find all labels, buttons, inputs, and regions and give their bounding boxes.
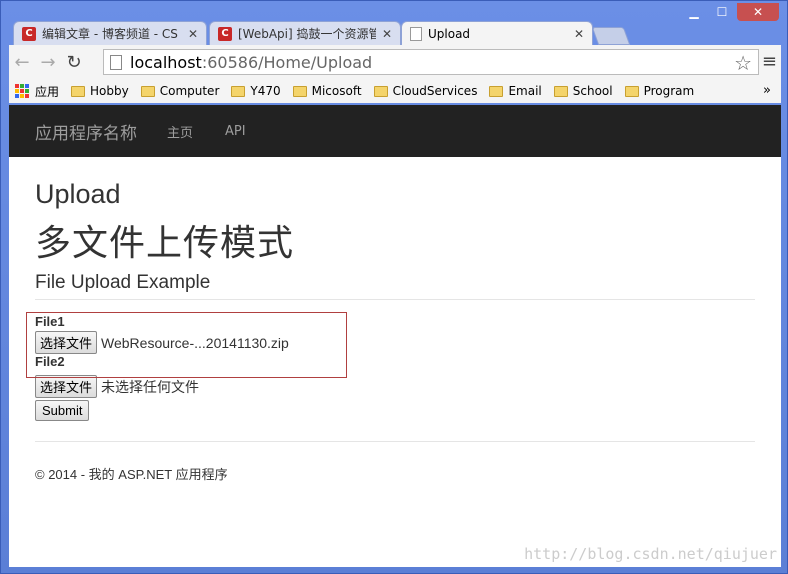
footer-text: © 2014 - 我的 ASP.NET 应用程序	[35, 467, 228, 482]
bookmark-program[interactable]: Program	[624, 84, 695, 98]
folder-icon	[489, 85, 504, 97]
new-tab-button[interactable]	[591, 27, 631, 45]
folder-icon	[553, 85, 568, 97]
subheading: File Upload Example	[35, 272, 755, 300]
tab-upload[interactable]: Upload ✕	[401, 21, 593, 45]
forward-icon[interactable]: →	[35, 49, 61, 75]
bookmark-label: Email	[508, 84, 542, 98]
apps-icon	[15, 84, 29, 98]
site-brand[interactable]: 应用程序名称	[35, 119, 137, 144]
highlight-box	[26, 312, 347, 378]
address-bar[interactable]: localhost:60586/Home/Upload ☆	[103, 49, 759, 75]
page-icon	[410, 26, 422, 41]
close-icon[interactable]: ✕	[188, 27, 198, 41]
bookmark-label: Computer	[159, 84, 220, 98]
nav-link-api[interactable]: API	[225, 124, 246, 139]
bookmark-label: CloudServices	[392, 84, 478, 98]
bookmark-cloudservices[interactable]: CloudServices	[373, 84, 478, 98]
bookmark-micosoft[interactable]: Micosoft	[292, 84, 362, 98]
heading-chinese: 多文件上传模式	[35, 223, 295, 264]
bookmark-y470[interactable]: Y470	[231, 84, 281, 98]
bookmark-email[interactable]: Email	[489, 84, 542, 98]
url-path: :60586/Home/Upload	[201, 52, 373, 72]
bookmark-label: Micosoft	[311, 84, 362, 98]
watermark: http://blog.csdn.net/qiujuer	[524, 545, 777, 563]
folder-icon	[373, 85, 388, 97]
bookmarks-overflow-button[interactable]: »	[763, 83, 771, 98]
tab-strip: C 编辑文章 - 博客频道 - CS ✕ C [WebApi] 捣鼓一个资源管 …	[13, 21, 713, 45]
csdn-icon: C	[22, 26, 36, 41]
menu-icon[interactable]: ≡	[762, 51, 777, 72]
tab-label: Upload	[428, 26, 471, 41]
web-page: 应用程序名称 主页 API Upload 多文件上传模式 File Upload…	[9, 105, 781, 567]
file2-input[interactable]: 选择文件 未选择任何文件	[35, 375, 755, 398]
bookmark-apps[interactable]: 应用	[15, 83, 59, 100]
folder-icon	[624, 85, 639, 97]
bookmark-hobby[interactable]: Hobby	[71, 84, 129, 98]
page-title: Upload	[35, 179, 121, 209]
file2-filename: 未选择任何文件	[101, 378, 200, 395]
bookmark-label: Hobby	[90, 84, 129, 98]
bookmark-label: Y470	[250, 84, 281, 98]
close-icon[interactable]: ✕	[574, 27, 584, 41]
folder-icon	[292, 85, 307, 97]
back-icon[interactable]: ←	[9, 49, 35, 75]
main-content: Upload 多文件上传模式 File Upload Example File1…	[9, 157, 781, 483]
maximize-icon[interactable]: ☐	[709, 3, 735, 21]
window-controls: ▁ ☐ ✕	[681, 3, 779, 21]
folder-icon	[140, 85, 155, 97]
bookmark-label: 应用	[35, 84, 60, 99]
browser-toolbar: ← → ↻ localhost:60586/Home/Upload ☆ ≡	[9, 45, 781, 79]
minimize-icon[interactable]: ▁	[681, 3, 707, 21]
upload-form: File1 选择文件 WebResource-...20141130.zip F…	[26, 312, 755, 421]
nav-link-home[interactable]: 主页	[167, 122, 193, 141]
folder-icon	[231, 85, 246, 97]
csdn-icon: C	[218, 26, 232, 41]
close-icon[interactable]: ✕	[382, 27, 392, 41]
close-window-icon[interactable]: ✕	[737, 3, 779, 21]
tab-label: 编辑文章 - 博客频道 - CS	[42, 27, 178, 41]
site-navbar: 应用程序名称 主页 API	[9, 105, 781, 157]
divider	[35, 441, 755, 442]
reload-icon[interactable]: ↻	[61, 49, 87, 75]
browser-window: ▁ ☐ ✕ C 编辑文章 - 博客频道 - CS ✕ C [WebApi] 捣鼓…	[0, 0, 788, 574]
bookmarks-bar: 应用 Hobby Computer Y470 Micosoft CloudSer…	[9, 79, 781, 103]
bookmark-school[interactable]: School	[553, 84, 613, 98]
url-host: localhost	[130, 52, 202, 72]
folder-icon	[71, 85, 86, 97]
page-icon	[110, 54, 122, 70]
bookmark-label: Program	[643, 84, 695, 98]
tab-label: [WebApi] 捣鼓一个资源管	[238, 27, 376, 41]
submit-button[interactable]: Submit	[35, 400, 90, 421]
bookmark-label: School	[572, 84, 613, 98]
bookmark-computer[interactable]: Computer	[140, 84, 220, 98]
bookmark-star-icon[interactable]: ☆	[734, 51, 752, 75]
tab-csdn-edit[interactable]: C 编辑文章 - 博客频道 - CS ✕	[13, 21, 207, 45]
tab-webapi[interactable]: C [WebApi] 捣鼓一个资源管 ✕	[209, 21, 401, 45]
file2-choose-button[interactable]: 选择文件	[35, 375, 98, 398]
